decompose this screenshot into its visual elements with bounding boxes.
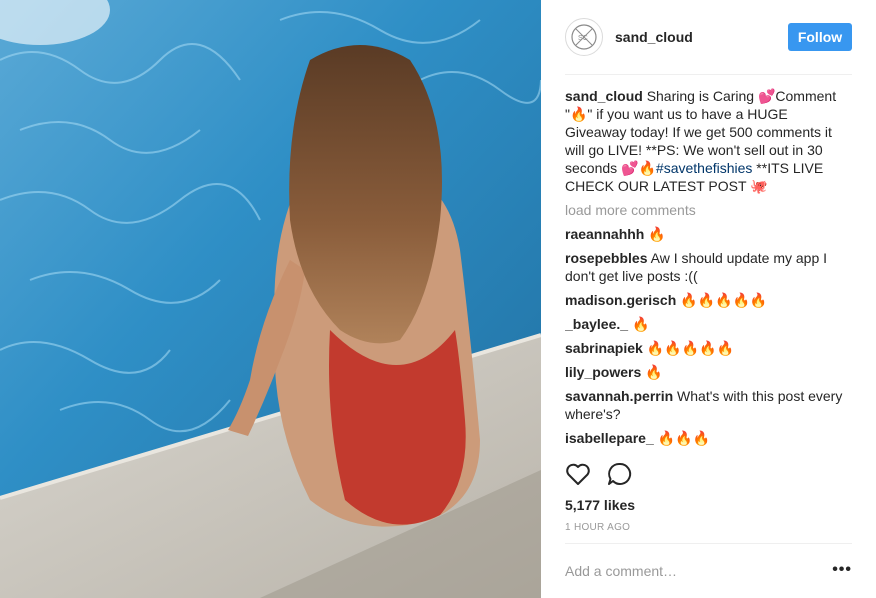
- post-photo[interactable]: [0, 0, 541, 598]
- comment-text: 🔥🔥🔥🔥🔥: [646, 340, 734, 356]
- avatar[interactable]: SC: [565, 18, 603, 56]
- comment-text: 🔥🔥🔥🔥🔥: [680, 292, 768, 308]
- comment-text: 🔥🔥🔥: [657, 430, 710, 446]
- comment-item: isabellepare_ 🔥🔥🔥: [565, 429, 852, 447]
- follow-button[interactable]: Follow: [788, 23, 852, 51]
- comment-bubble-icon[interactable]: [607, 462, 633, 491]
- comment-username[interactable]: isabellepare_: [565, 430, 654, 446]
- avatar-letters: SC: [578, 35, 588, 42]
- post-timestamp[interactable]: 1 HOUR AGO: [565, 522, 630, 533]
- comment-username[interactable]: rosepebbles: [565, 250, 647, 266]
- more-options-icon[interactable]: •••: [832, 561, 852, 579]
- hashtag-link[interactable]: #savethefishies: [656, 160, 753, 176]
- comment-item: madison.gerisch 🔥🔥🔥🔥🔥: [565, 291, 852, 309]
- comment-item: _baylee._ 🔥: [565, 315, 852, 333]
- brand-logo-icon: SC: [571, 24, 597, 50]
- divider: [565, 543, 852, 544]
- comment-item: raeannahhh 🔥: [565, 225, 852, 243]
- comment-username[interactable]: madison.gerisch: [565, 292, 676, 308]
- comment-text: 🔥: [631, 316, 650, 332]
- comment-username[interactable]: _baylee._: [565, 316, 628, 332]
- add-comment-input[interactable]: Add a comment…: [565, 563, 677, 579]
- comment-username[interactable]: savannah.perrin: [565, 388, 673, 404]
- action-bar: [565, 462, 633, 491]
- post-header: SC sand_cloud Follow: [565, 0, 852, 75]
- photo-illustration: [0, 0, 541, 598]
- comment-item: rosepebbles Aw I should update my app I …: [565, 249, 852, 285]
- comment-text: 🔥: [648, 226, 666, 242]
- header-username[interactable]: sand_cloud: [615, 29, 788, 45]
- comment-username[interactable]: raeannahhh: [565, 226, 644, 242]
- comment-text: 🔥: [645, 364, 663, 380]
- likes-count[interactable]: 5,177 likes: [565, 497, 635, 513]
- comment-username[interactable]: lily_powers: [565, 364, 641, 380]
- comments-list: sand_cloud Sharing is Caring 💕Comment "🔥…: [565, 75, 852, 455]
- comment-username[interactable]: sabrinapiek: [565, 340, 643, 356]
- load-more-comments-link[interactable]: load more comments: [565, 201, 852, 219]
- caption-username[interactable]: sand_cloud: [565, 88, 643, 104]
- caption: sand_cloud Sharing is Caring 💕Comment "🔥…: [565, 87, 852, 195]
- comment-item: lily_powers 🔥: [565, 363, 852, 381]
- comment-item: sabrinapiek 🔥🔥🔥🔥🔥: [565, 339, 852, 357]
- post-side-panel: SC sand_cloud Follow sand_cloud Sharing …: [541, 0, 876, 598]
- heart-icon[interactable]: [565, 462, 591, 491]
- comment-item: savannah.perrin What's with this post ev…: [565, 387, 852, 423]
